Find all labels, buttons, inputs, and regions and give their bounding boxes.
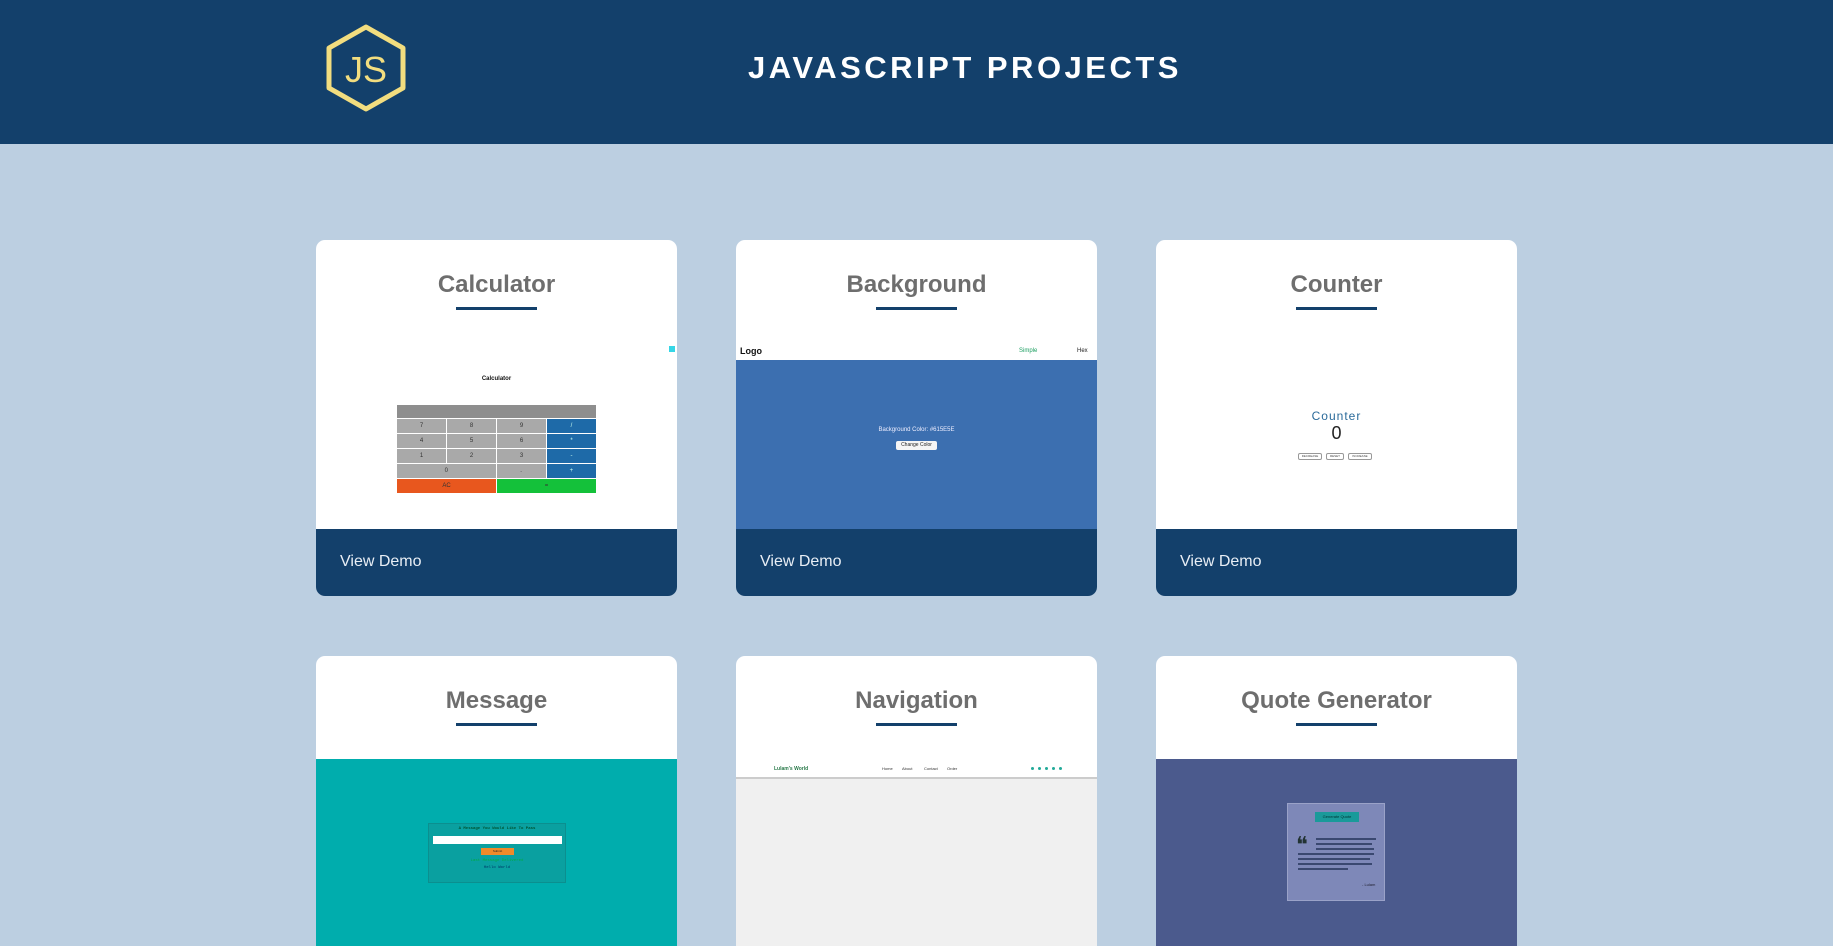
preview-decrease-button: DECREASE	[1298, 453, 1322, 460]
preview-nav-hex: Hex	[1077, 348, 1088, 354]
calc-key: 6	[497, 434, 546, 448]
preview-generate-button: Generate Quote	[1315, 812, 1359, 822]
title-underline	[876, 307, 957, 310]
card-title: Quote Generator	[1241, 687, 1432, 714]
calc-key: /	[547, 419, 596, 433]
title-underline	[1296, 307, 1377, 310]
card-title: Calculator	[437, 271, 556, 298]
calc-key: 0	[397, 464, 496, 478]
view-demo-link[interactable]: View Demo	[1180, 553, 1262, 571]
view-demo-link[interactable]: View Demo	[760, 553, 842, 571]
preview-last-value: Hello World	[483, 866, 511, 870]
preview-logo: Logo	[740, 346, 762, 356]
preview-quote-line	[1298, 853, 1374, 855]
card-title: Message	[445, 687, 548, 714]
navigation-preview-image: Lulam's World Home About Contact Order	[736, 759, 1097, 946]
calc-key: 4	[397, 434, 446, 448]
message-preview-image: A Message You Would Like To Pass Submit …	[316, 759, 677, 946]
title-underline	[456, 307, 537, 310]
view-demo-link[interactable]: View Demo	[340, 553, 422, 571]
social-dot-icon	[1031, 767, 1034, 770]
preview-quote-author: - Lulam	[1362, 882, 1376, 887]
preview-color-area: Background Color: #615E5E Change Color	[736, 360, 1097, 529]
calc-key: 7	[397, 419, 446, 433]
calc-key: 8	[447, 419, 496, 433]
preview-input	[433, 836, 562, 844]
preview-color-text: Background Color: #615E5E	[878, 427, 955, 433]
preview-reset-button: RESET	[1326, 453, 1344, 460]
title-underline	[456, 723, 537, 726]
quote-generator-preview-image: Generate Quote ❝ - Lulam	[1156, 759, 1517, 946]
site-header: JS JAVASCRIPT PROJECTS	[0, 0, 1833, 144]
calculator-keypad: 7 8 9 / 4 5 6 * 1 2 3 - 0 . + AC =	[397, 405, 596, 493]
preview-nav-link: Order	[947, 766, 958, 771]
calc-key: 3	[497, 449, 546, 463]
preview-brand: Lulam's World	[774, 766, 809, 772]
project-card-counter: Counter Counter 0 DECREASE RESET INCREAS…	[1156, 240, 1517, 596]
counter-preview-image: Counter 0 DECREASE RESET INCREASE	[1156, 340, 1517, 529]
project-card-background: Background Logo Simple Hex Background Co…	[736, 240, 1097, 596]
demo-bar: View Demo	[736, 529, 1097, 596]
preview-quote-line	[1298, 863, 1372, 865]
calc-key: -	[547, 449, 596, 463]
preview-nav-link: Contact	[924, 766, 938, 771]
demo-bar: View Demo	[316, 529, 677, 596]
calc-key: .	[496, 464, 546, 478]
background-preview-image: Logo Simple Hex Background Color: #615E5…	[736, 340, 1097, 529]
social-dot-icon	[1059, 767, 1062, 770]
preview-message-box: A Message You Would Like To Pass Submit …	[428, 823, 566, 883]
preview-increase-button: INCREASE	[1348, 453, 1372, 460]
preview-heading: Counter	[1311, 409, 1362, 423]
demo-bar: View Demo	[1156, 529, 1517, 596]
page-title: JAVASCRIPT PROJECTS	[748, 50, 1182, 85]
calc-equals-key: =	[497, 479, 596, 493]
preview-heading: Calculator	[481, 376, 512, 382]
social-dot-icon	[1038, 767, 1041, 770]
preview-nav-simple: Simple	[1019, 348, 1038, 354]
title-underline	[1296, 723, 1377, 726]
social-dot-icon	[1045, 767, 1048, 770]
calc-key: +	[546, 464, 596, 478]
calc-key: 9	[497, 419, 546, 433]
project-card-navigation: Navigation Lulam's World Home About Cont…	[736, 656, 1097, 946]
preview-marker	[669, 346, 675, 352]
preview-quote-line	[1316, 843, 1372, 845]
calc-key: 2	[447, 449, 496, 463]
calc-key: *	[547, 434, 596, 448]
calc-key: 1	[397, 449, 446, 463]
card-title: Navigation	[855, 687, 978, 714]
preview-quote-line	[1298, 858, 1370, 860]
preview-quote-line	[1316, 848, 1374, 850]
preview-heading: A Message You Would Like To Pass	[458, 827, 536, 831]
preview-quote-line	[1316, 838, 1376, 840]
preview-quote-line	[1298, 868, 1348, 870]
preview-submit-button: Submit	[481, 848, 514, 855]
calc-key: 5	[447, 434, 496, 448]
calculator-display	[397, 405, 596, 418]
project-card-quote-generator: Quote Generator Generate Quote ❝ - Lulam	[1156, 656, 1517, 946]
calculator-preview-image: Calculator 7 8 9 / 4 5 6 * 1 2 3 - 0 . +…	[316, 340, 677, 529]
preview-counter-value: 0	[1331, 423, 1342, 443]
project-card-message: Message A Message You Would Like To Pass…	[316, 656, 677, 946]
preview-last-label: Last Message Delivered	[470, 859, 524, 863]
social-dot-icon	[1052, 767, 1055, 770]
card-title: Counter	[1290, 271, 1383, 298]
preview-navbar: Lulam's World Home About Contact Order	[736, 759, 1097, 779]
title-underline	[876, 723, 957, 726]
preview-nav-link: About	[902, 766, 913, 771]
preview-quote-card: Generate Quote ❝ - Lulam	[1287, 803, 1385, 901]
calc-clear-key: AC	[397, 479, 496, 493]
preview-change-color-button: Change Color	[896, 441, 937, 450]
project-card-calculator: Calculator Calculator 7 8 9 / 4 5 6 * 1 …	[316, 240, 677, 596]
card-title: Background	[846, 271, 987, 298]
preview-nav-link: Home	[882, 766, 893, 771]
